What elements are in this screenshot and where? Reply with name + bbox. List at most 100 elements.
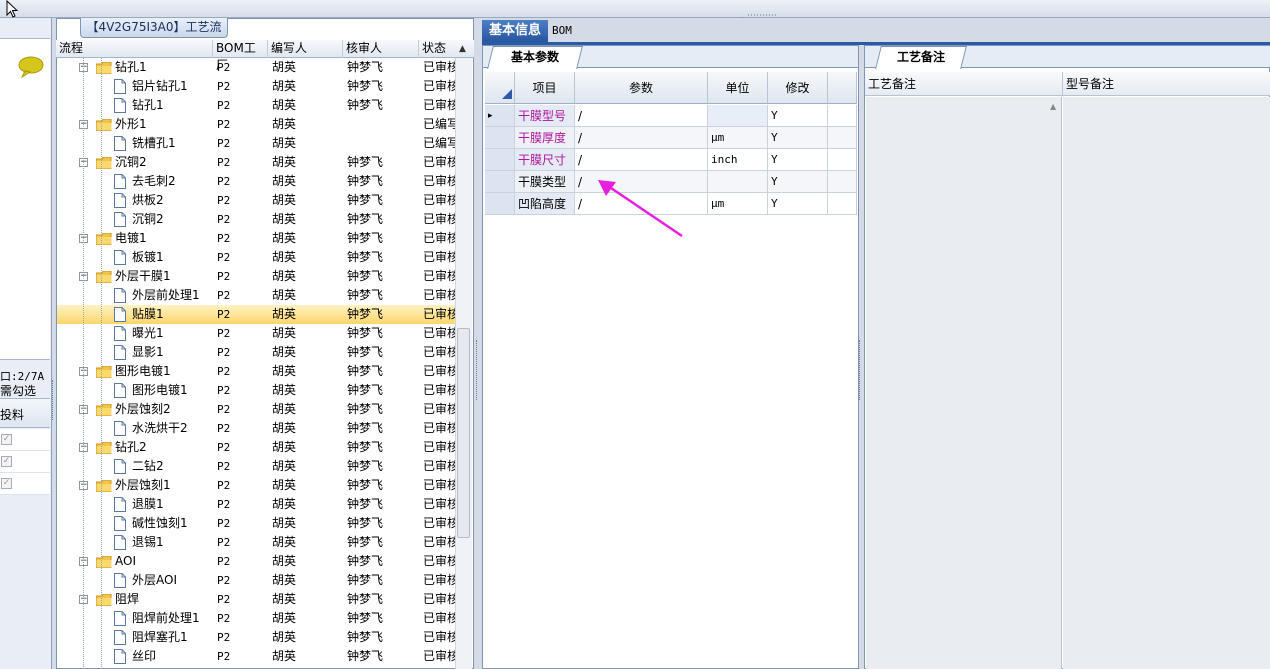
tree-name-cell: − 外层蚀刻2	[57, 400, 213, 419]
tree-folder-row[interactable]: − 沉铜2 P2 胡英 钟梦飞 已审核	[57, 153, 455, 172]
param-item-cell[interactable]: 干膜型号	[515, 105, 575, 127]
writer-cell: 胡英	[272, 212, 297, 226]
param-item-cell[interactable]: 干膜尺寸	[515, 149, 575, 171]
col-param[interactable]: 参数	[575, 72, 708, 104]
factory-cell: P2	[217, 232, 231, 245]
param-filler-cell[interactable]	[828, 127, 857, 149]
param-row[interactable]: ▸ 干膜型号 / Y	[485, 105, 857, 127]
tree-step-row[interactable]: 沉铜2 P2 胡英 钟梦飞 已审核	[57, 210, 455, 229]
col-model-notes[interactable]: 型号备注	[1063, 72, 1270, 96]
splitter-grip[interactable]	[476, 340, 479, 400]
document-icon	[114, 307, 126, 322]
tree-step-row[interactable]: 烘板2 P2 胡英 钟梦飞 已审核	[57, 191, 455, 210]
param-unit-cell[interactable]	[708, 105, 768, 127]
tree-folder-row[interactable]: − 阻焊 P2 胡英 钟梦飞 已审核	[57, 590, 455, 609]
col-item[interactable]: 项目	[515, 72, 575, 104]
tree-step-row[interactable]: 外层AOI P2 胡英 钟梦飞 已审核	[57, 571, 455, 590]
tab-bom[interactable]: BOM	[552, 20, 582, 42]
splitter-grip-top-icon[interactable]	[742, 12, 782, 18]
tree-folder-row[interactable]: − AOI P2 胡英 钟梦飞 已审核	[57, 552, 455, 571]
param-unit-cell[interactable]	[708, 171, 768, 193]
document-icon	[114, 212, 126, 227]
param-unit-cell[interactable]: μm	[708, 127, 768, 149]
param-item-cell[interactable]: 干膜类型	[515, 171, 575, 193]
tree-step-row[interactable]: 去毛刺2 P2 胡英 钟梦飞 已审核	[57, 172, 455, 191]
param-value-cell[interactable]: /	[575, 149, 708, 171]
sort-ascending-icon[interactable]: ▲	[459, 44, 466, 54]
param-row[interactable]: 干膜尺寸 / inch Y	[485, 149, 857, 171]
tab-basic-info[interactable]: 基本信息	[482, 20, 548, 42]
col-modify[interactable]: 修改	[768, 72, 828, 104]
param-filler-cell[interactable]	[828, 193, 857, 215]
chat-bubble-icon[interactable]	[18, 56, 44, 78]
param-unit-cell[interactable]: inch	[708, 149, 768, 171]
col-bom-factory[interactable]: BOM工厂	[213, 40, 268, 72]
tree-step-row[interactable]: 丝印 P2 胡英 钟梦飞 已审核	[57, 647, 455, 666]
tree-folder-row[interactable]: − 图形电镀1 P2 胡英 钟梦飞 已审核	[57, 362, 455, 381]
tree-step-row[interactable]: 贴膜1 P2 胡英 钟梦飞 已审核	[57, 305, 455, 324]
tree-step-row[interactable]: 外层前处理1 P2 胡英 钟梦飞 已审核	[57, 286, 455, 305]
col-flow[interactable]: 流程	[56, 40, 213, 58]
tree-step-row[interactable]: 阻焊前处理1 P2 胡英 钟梦飞 已审核	[57, 609, 455, 628]
tree-step-row[interactable]: 板镀1 P2 胡英 钟梦飞 已审核	[57, 248, 455, 267]
tree-step-row[interactable]: 二钻2 P2 胡英 钟梦飞 已审核	[57, 457, 455, 476]
scroll-up-icon[interactable]: ▲	[1050, 102, 1056, 111]
col-writer[interactable]: 编写人	[268, 40, 343, 58]
tree-folder-row[interactable]: − 钻孔1 P2 胡英 钟梦飞 已审核	[57, 58, 455, 77]
reviewer-cell: 钟梦飞	[347, 269, 384, 283]
tree-step-row[interactable]: 退锡1 P2 胡英 钟梦飞 已审核	[57, 533, 455, 552]
tree-step-row[interactable]: 阻焊塞孔1 P2 胡英 钟梦飞 已审核	[57, 628, 455, 647]
splitter-grip[interactable]	[859, 340, 862, 400]
tree-step-row[interactable]: 显影1 P2 胡英 钟梦飞 已审核	[57, 343, 455, 362]
param-value-cell[interactable]: /	[575, 127, 708, 149]
tab-process-notes[interactable]: 工艺备注	[875, 46, 967, 69]
tree-step-row[interactable]: 铝片钻孔1 P2 胡英 钟梦飞 已审核	[57, 77, 455, 96]
tree-folder-row[interactable]: − 外层干膜1 P2 胡英 钟梦飞 已审核	[57, 267, 455, 286]
tree-step-row[interactable]: 图形电镀1 P2 胡英 钟梦飞 已审核	[57, 381, 455, 400]
tree-step-row[interactable]: 水洗烘干2 P2 胡英 钟梦飞 已审核	[57, 419, 455, 438]
col-unit[interactable]: 单位	[708, 72, 768, 104]
param-modify-cell[interactable]: Y	[768, 149, 828, 171]
message-area[interactable]	[0, 38, 50, 360]
list-item[interactable]: ✓	[0, 473, 50, 495]
tree-step-row[interactable]: 钻孔1 P2 胡英 钟梦飞 已审核	[57, 96, 455, 115]
splitter-grip[interactable]	[52, 380, 55, 420]
tab-basic-params[interactable]: 基本参数	[487, 46, 583, 69]
tree-folder-row[interactable]: − 钻孔2 P2 胡英 钟梦飞 已审核	[57, 438, 455, 457]
list-item[interactable]: ✓	[0, 451, 50, 473]
tree-folder-row[interactable]: − 电镀1 P2 胡英 钟梦飞 已审核	[57, 229, 455, 248]
tree-folder-row[interactable]: − 外层蚀刻1 P2 胡英 钟梦飞 已审核	[57, 476, 455, 495]
process-notes-textarea[interactable]	[866, 97, 1062, 669]
param-unit-cell[interactable]: μm	[708, 193, 768, 215]
param-item-cell[interactable]: 干膜厚度	[515, 127, 575, 149]
param-filler-cell[interactable]	[828, 105, 857, 127]
list-item[interactable]: ✓	[0, 429, 50, 451]
tree-folder-row[interactable]: − 外形1 P2 胡英 已编写	[57, 115, 455, 134]
tree-step-row[interactable]: 曝光1 P2 胡英 钟梦飞 已审核	[57, 324, 455, 343]
tree-scrollbar-thumb[interactable]	[457, 328, 470, 538]
col-reviewer[interactable]: 核审人	[343, 40, 419, 58]
model-notes-textarea[interactable]	[1063, 97, 1270, 669]
tree-step-row[interactable]: 碱性蚀刻1 P2 胡英 钟梦飞 已审核	[57, 514, 455, 533]
param-modify-cell[interactable]: Y	[768, 105, 828, 127]
param-modify-cell[interactable]: Y	[768, 171, 828, 193]
param-row[interactable]: 干膜厚度 / μm Y	[485, 127, 857, 149]
param-modify-cell[interactable]: Y	[768, 193, 828, 215]
process-flow-title-tab[interactable]: 【4V2G75I3A0】工艺流程	[80, 18, 228, 53]
param-filler-cell[interactable]	[828, 149, 857, 171]
tree-item-label: AOI	[115, 554, 136, 568]
col-process-notes[interactable]: 工艺备注	[865, 72, 1063, 96]
folder-icon	[96, 404, 112, 416]
tree-item-label: 碱性蚀刻1	[132, 516, 188, 530]
param-modify-cell[interactable]: Y	[768, 127, 828, 149]
checkbox[interactable]: ✓	[1, 478, 12, 489]
checkbox[interactable]: ✓	[1, 434, 12, 445]
checkbox[interactable]: ✓	[1, 456, 12, 467]
param-item-cell[interactable]: 凹陷高度	[515, 193, 575, 215]
tree-step-row[interactable]: 退膜1 P2 胡英 钟梦飞 已审核	[57, 495, 455, 514]
tree-step-row[interactable]: 铣槽孔1 P2 胡英 已编写	[57, 134, 455, 153]
factory-cell: P2	[217, 118, 231, 131]
param-value-cell[interactable]: /	[575, 105, 708, 127]
tree-folder-row[interactable]: − 外层蚀刻2 P2 胡英 钟梦飞 已审核	[57, 400, 455, 419]
param-filler-cell[interactable]	[828, 171, 857, 193]
